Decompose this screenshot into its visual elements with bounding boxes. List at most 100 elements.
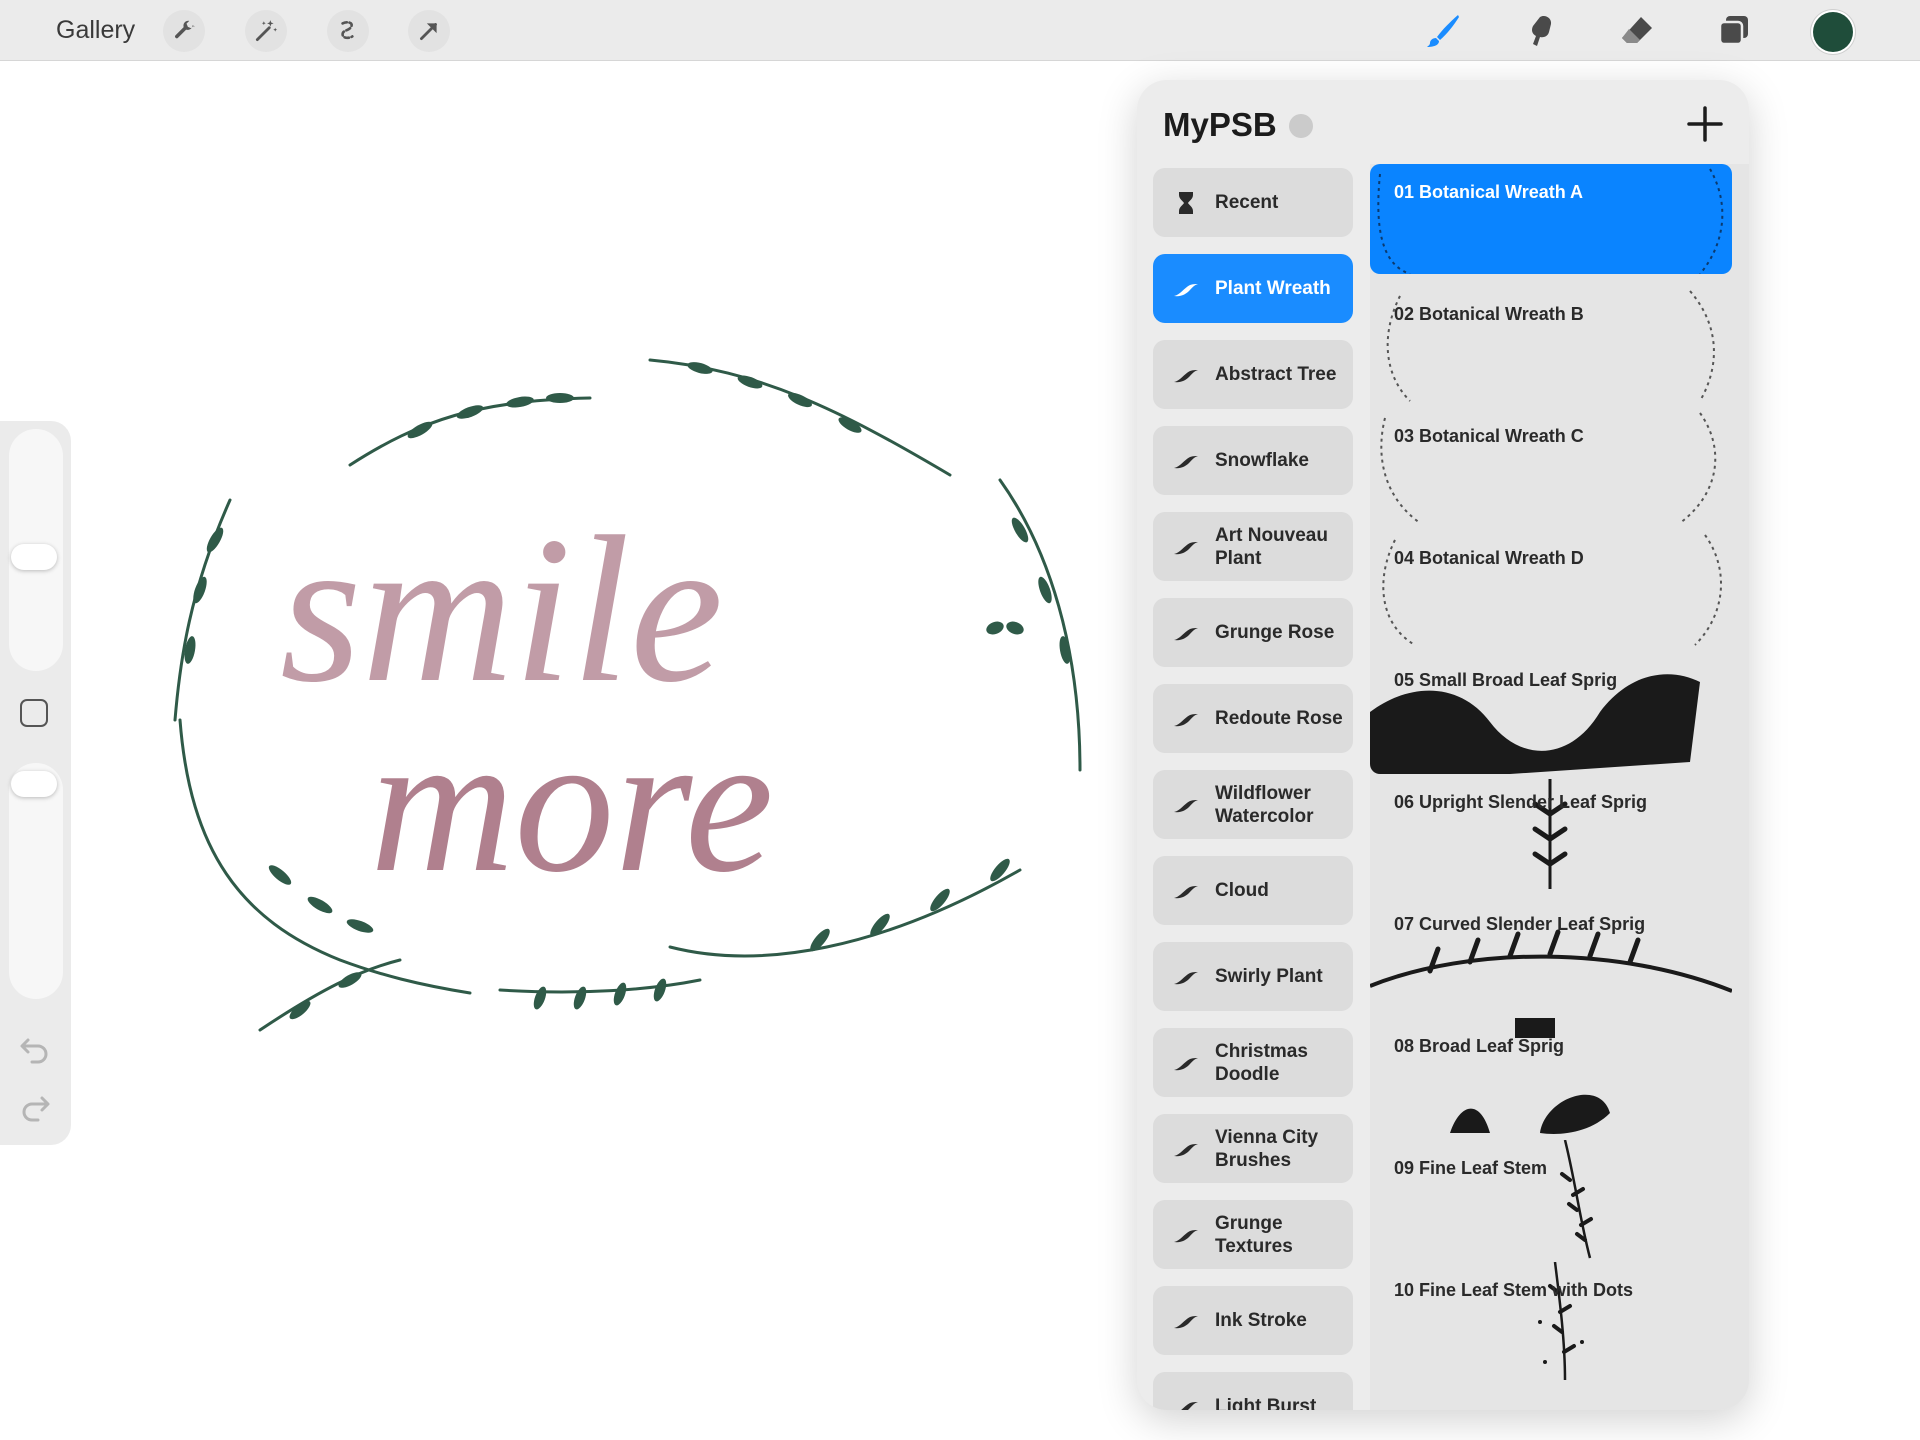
brush-stroke-icon (1174, 799, 1198, 812)
brush-set-label: Plant Wreath (1215, 278, 1331, 299)
magic-wand-icon (255, 20, 278, 42)
brush-list: 01 Botanical Wreath A 02 Botanical Wreat… (1370, 164, 1749, 1410)
svg-text:smile: smile (280, 494, 723, 726)
brush-stroke-icon (1174, 627, 1198, 640)
brush-set-wildflower-watercolor[interactable]: Wildflower Watercolor (1153, 770, 1353, 839)
hourglass-icon (1179, 191, 1193, 214)
brush-stroke-icon (1174, 1315, 1198, 1328)
brush-set-grunge-rose[interactable]: Grunge Rose (1153, 598, 1353, 667)
brush-set-light-burst[interactable]: Light Burst (1153, 1372, 1353, 1410)
brush-library-panel: MyPSB Recent Plant Wreath Abstract Tree … (1137, 80, 1749, 1410)
layers-icon (1718, 16, 1748, 46)
brush-item[interactable]: 01 Botanical Wreath A (1370, 164, 1732, 274)
brush-set-cloud[interactable]: Cloud (1153, 856, 1353, 925)
brush-set-label: Art Nouveau Plant (1215, 524, 1328, 569)
brush-name: 08 Broad Leaf Sprig (1394, 1036, 1565, 1056)
smudge-icon (1532, 15, 1552, 46)
brush-stroke-icon (1174, 713, 1198, 726)
transform-button[interactable] (408, 10, 450, 52)
brush-set-art-nouveau-plant[interactable]: Art Nouveau Plant (1153, 512, 1353, 581)
brush-stroke-icon (1174, 1057, 1198, 1070)
brush-item[interactable]: 06 Upright Slender Leaf Sprig (1370, 774, 1732, 896)
brush-item[interactable]: 04 Botanical Wreath D (1370, 530, 1732, 652)
top-toolbar: Gallery (0, 0, 1920, 61)
actions-button[interactable] (163, 10, 205, 52)
brush-set-label: Grunge Rose (1215, 622, 1335, 643)
brush-set-label: Abstract Tree (1215, 364, 1337, 385)
brush-set-vienna-city-brushes[interactable]: Vienna City Brushes (1153, 1114, 1353, 1183)
brush-set-swirly-plant[interactable]: Swirly Plant (1153, 942, 1353, 1011)
brush-name: 01 Botanical Wreath A (1394, 182, 1584, 202)
brush-item[interactable]: 03 Botanical Wreath C (1370, 408, 1732, 530)
smudge-tool-button[interactable] (1517, 8, 1563, 54)
undo-icon[interactable] (16, 1031, 54, 1069)
brush-stroke-icon (1174, 885, 1198, 898)
brush-set-label: Cloud (1215, 880, 1269, 901)
brush-stroke-icon (1174, 283, 1198, 296)
brush-opacity-thumb[interactable] (11, 771, 57, 797)
canvas-artwork[interactable]: smile more (120, 330, 1120, 1110)
brush-stroke-icon (1174, 455, 1198, 468)
brush-opacity-slider[interactable] (9, 763, 63, 999)
library-title: MyPSB (1163, 106, 1277, 143)
brush-size-thumb[interactable] (11, 544, 57, 570)
brush-item[interactable]: 09 Fine Leaf Stem (1370, 1140, 1732, 1262)
brush-set-label: Grunge Textures (1215, 1212, 1293, 1257)
brush-name: 02 Botanical Wreath B (1394, 304, 1584, 324)
selection-button[interactable] (327, 10, 369, 52)
brush-set-label: Ink Stroke (1215, 1310, 1307, 1331)
redo-icon[interactable] (16, 1089, 54, 1127)
brush-item[interactable]: 05 Small Broad Leaf Sprig (1370, 652, 1732, 774)
brush-set-ink-stroke[interactable]: Ink Stroke (1153, 1286, 1353, 1355)
selection-icon (341, 21, 354, 40)
svg-text:more: more (370, 693, 774, 914)
brush-set-label: Light Burst (1215, 1396, 1317, 1410)
brush-set-abstract-tree[interactable]: Abstract Tree (1153, 340, 1353, 409)
brush-stroke-icon (1174, 1229, 1198, 1242)
brush-name: 04 Botanical Wreath D (1394, 548, 1584, 568)
brush-item[interactable]: 08 Broad Leaf Sprig (1370, 1018, 1732, 1140)
brush-set-label: Vienna City Brushes (1215, 1126, 1319, 1171)
paint-tool-button[interactable] (1420, 8, 1466, 54)
brush-stroke-icon (1174, 541, 1198, 554)
brush-set-list: Recent Plant Wreath Abstract Tree Snowfl… (1153, 168, 1355, 1410)
brush-name: 03 Botanical Wreath C (1394, 426, 1584, 446)
brush-set-recent[interactable]: Recent (1153, 168, 1353, 237)
add-brush-set-icon[interactable] (1683, 102, 1727, 146)
brush-set-christmas-doodle[interactable]: Christmas Doodle (1153, 1028, 1353, 1097)
layers-button[interactable] (1711, 8, 1757, 54)
eraser-icon (1622, 17, 1652, 43)
library-status-badge (1289, 114, 1313, 138)
brush-name: 05 Small Broad Leaf Sprig (1394, 670, 1618, 690)
transform-arrow-icon (420, 23, 437, 40)
brush-name: 07 Curved Slender Leaf Sprig (1394, 914, 1646, 934)
brush-set-label: Christmas Doodle (1215, 1040, 1308, 1085)
brush-item[interactable]: 02 Botanical Wreath B (1370, 286, 1732, 408)
brush-set-plant-wreath[interactable]: Plant Wreath (1153, 254, 1353, 323)
left-sidebar (0, 421, 71, 1145)
brush-stroke-icon (1174, 369, 1198, 382)
brush-set-label: Snowflake (1215, 450, 1309, 471)
color-picker-button[interactable] (1813, 12, 1853, 52)
brush-set-label: Redoute Rose (1215, 708, 1343, 729)
brush-set-redoute-rose[interactable]: Redoute Rose (1153, 684, 1353, 753)
brush-set-label: Wildflower Watercolor (1215, 782, 1314, 827)
modify-button[interactable] (20, 699, 48, 727)
brush-stroke-icon (1174, 971, 1198, 984)
brush-name: 09 Fine Leaf Stem (1394, 1158, 1548, 1178)
wrench-icon (175, 20, 195, 39)
brush-stroke-icon (1180, 1401, 1198, 1410)
brush-item[interactable]: 10 Fine Leaf Stem with Dots (1370, 1262, 1732, 1384)
brush-item[interactable]: 07 Curved Slender Leaf Sprig (1370, 896, 1732, 1018)
brush-stroke-icon (1174, 1143, 1198, 1156)
brush-set-snowflake[interactable]: Snowflake (1153, 426, 1353, 495)
gallery-button[interactable]: Gallery (56, 14, 135, 46)
brush-name: 06 Upright Slender Leaf Sprig (1394, 792, 1648, 812)
lettering: smile more (280, 494, 774, 914)
brush-set-label: Swirly Plant (1215, 966, 1323, 987)
adjustments-button[interactable] (245, 10, 287, 52)
wreath-stroke-preview (1377, 168, 1724, 274)
brush-set-grunge-textures[interactable]: Grunge Textures (1153, 1200, 1353, 1269)
eraser-tool-button[interactable] (1614, 8, 1660, 54)
brush-icon (1427, 15, 1459, 47)
